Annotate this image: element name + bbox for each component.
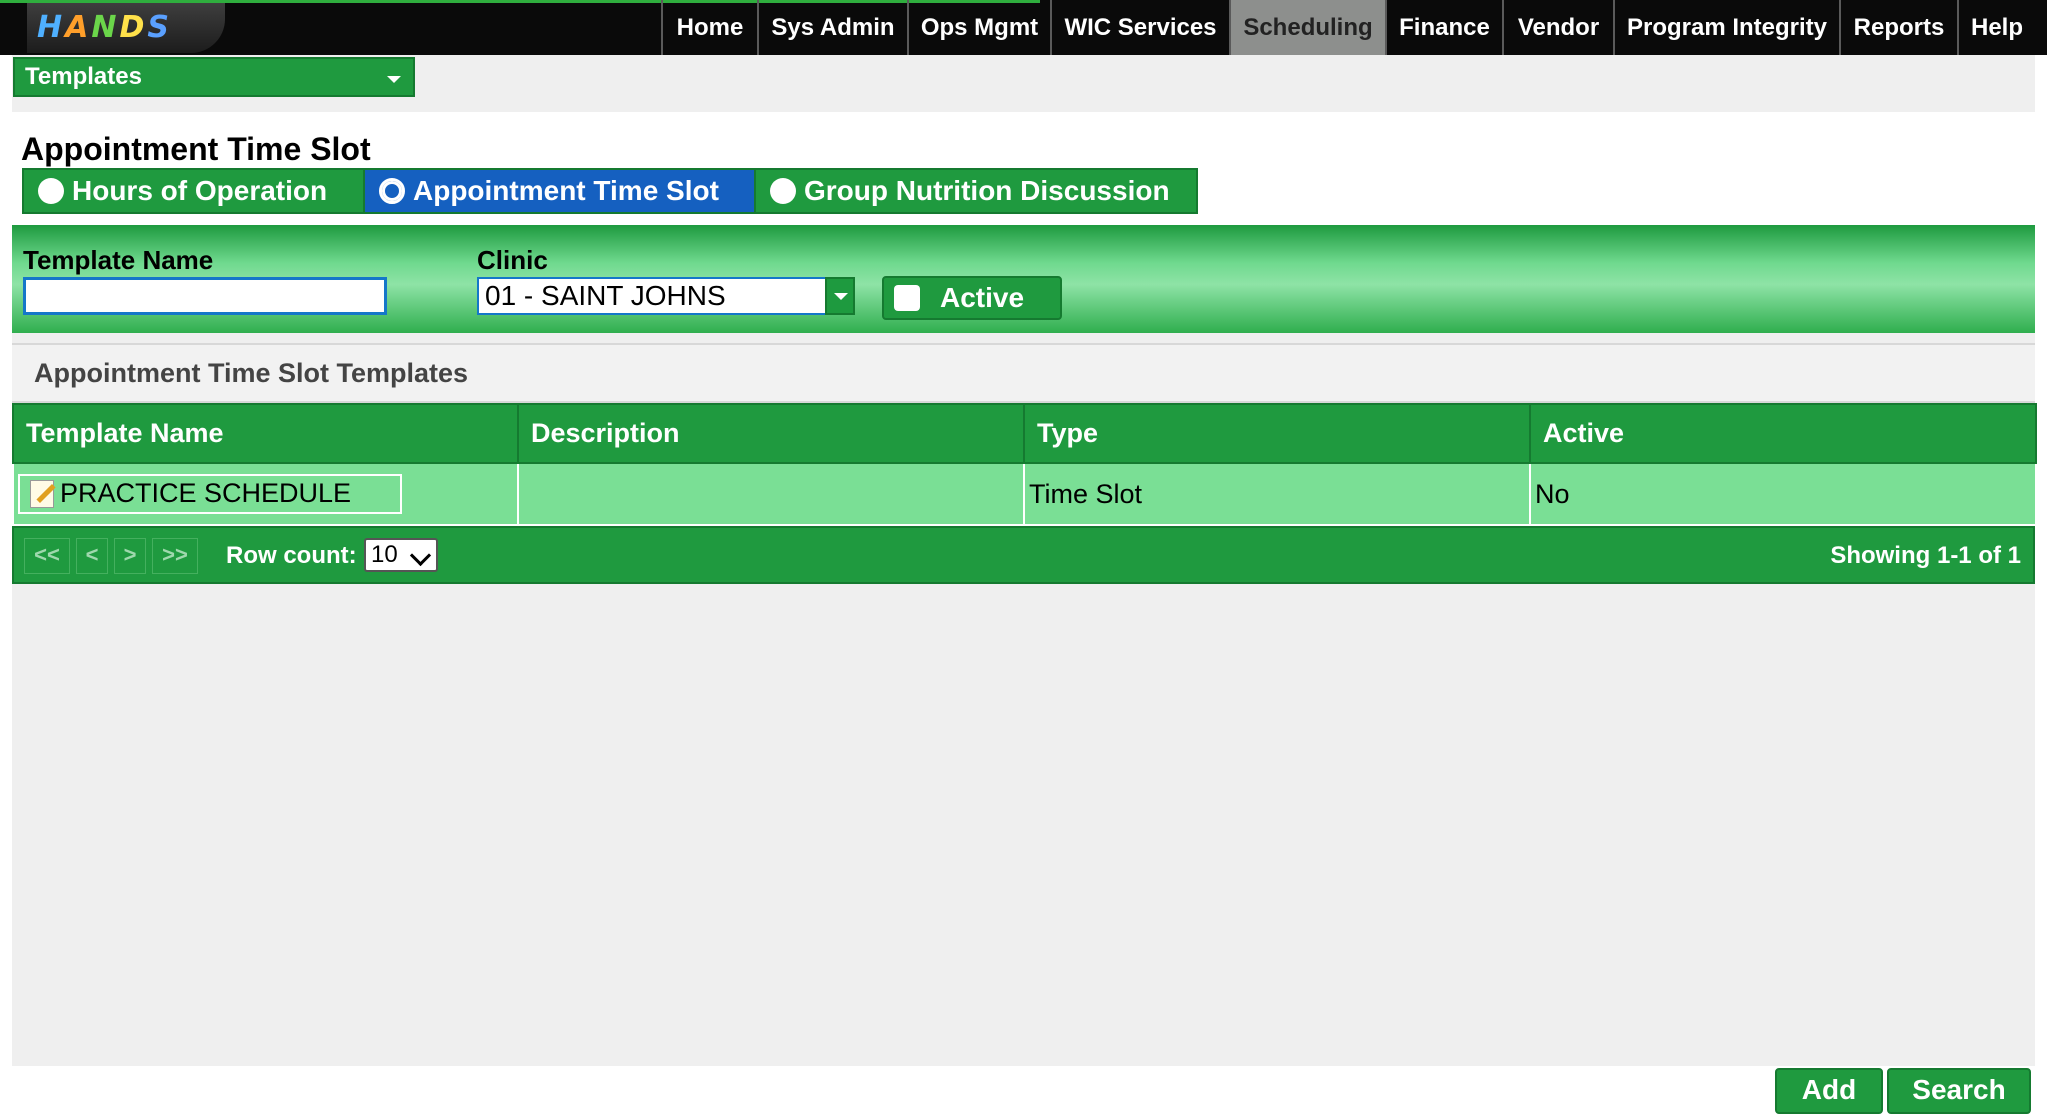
pagination-bar: << < > >> Row count: 10 Showing 1-1 of 1 (12, 526, 2035, 584)
cell-type: Time Slot (1023, 463, 1531, 526)
checkbox-icon (894, 285, 920, 311)
page-title: Appointment Time Slot (21, 131, 371, 167)
radio-group-nutrition-discussion[interactable]: Group Nutrition Discussion (756, 170, 1196, 212)
footer-area (12, 1066, 2035, 1118)
radio-unselected-icon (770, 178, 796, 204)
radio-hours-of-operation[interactable]: Hours of Operation (24, 170, 365, 212)
add-button[interactable]: Add (1775, 1068, 1883, 1114)
nav-program-integrity[interactable]: Program Integrity (1613, 0, 1839, 55)
logo-letter-d: D (119, 10, 145, 45)
main-menu: Home Sys Admin Ops Mgmt WIC Services Sch… (661, 0, 2035, 55)
hands-logo[interactable]: H A N D S (27, 3, 225, 53)
templates-table: Template Name Description Type Active PR… (12, 403, 2037, 526)
active-checkbox[interactable]: Active (882, 276, 1062, 320)
row-count-label: Row count: (226, 542, 357, 569)
next-page-button[interactable]: > (114, 538, 146, 574)
nav-sys-admin[interactable]: Sys Admin (757, 0, 907, 55)
nav-finance[interactable]: Finance (1385, 0, 1502, 55)
nav-ops-mgmt[interactable]: Ops Mgmt (907, 0, 1050, 55)
clinic-select[interactable]: 01 - SAINT JOHNS (477, 277, 855, 315)
caret-down-icon (387, 76, 401, 83)
radio-label: Group Nutrition Discussion (804, 175, 1170, 206)
row-count-value: 10 (371, 541, 398, 568)
clinic-label: Clinic (477, 245, 548, 275)
logo-letter-h: H (37, 10, 63, 45)
top-navigation-bar: H A N D S Home Sys Admin Ops Mgmt WIC Se… (0, 0, 2047, 55)
cell-active: No (1529, 463, 2037, 526)
edit-icon (30, 479, 54, 508)
active-checkbox-label: Active (940, 282, 1025, 313)
cell-template-name: PRACTICE SCHEDULE (12, 463, 519, 526)
logo-letter-a: A (65, 10, 89, 45)
radio-label: Appointment Time Slot (413, 175, 719, 206)
page-edge (2035, 55, 2047, 1118)
logo-letter-n: N (91, 10, 117, 45)
table-header-row: Template Name Description Type Active (12, 403, 2037, 464)
column-header-template-name[interactable]: Template Name (12, 403, 519, 464)
template-type-selector: Hours of Operation Appointment Time Slot… (22, 168, 1198, 214)
clinic-selected-value: 01 - SAINT JOHNS (485, 280, 726, 311)
template-name-input[interactable] (23, 277, 387, 315)
nav-scheduling[interactable]: Scheduling (1229, 0, 1385, 55)
results-summary: Showing 1-1 of 1 (1830, 542, 2021, 569)
row-count-select[interactable]: 10 (364, 538, 438, 572)
chevron-down-icon (409, 544, 432, 567)
template-name-label: Template Name (23, 245, 214, 275)
edit-template-link[interactable]: PRACTICE SCHEDULE (18, 473, 402, 514)
logo-letter-s: S (147, 10, 169, 45)
column-header-type[interactable]: Type (1023, 403, 1531, 464)
last-page-button[interactable]: >> (152, 538, 198, 574)
nav-reports[interactable]: Reports (1839, 0, 1957, 55)
submenu-dropdown[interactable]: Templates (13, 57, 415, 97)
nav-wic-services[interactable]: WIC Services (1050, 0, 1229, 55)
chevron-down-icon[interactable] (825, 277, 855, 315)
column-header-description[interactable]: Description (517, 403, 1025, 464)
table-row[interactable]: PRACTICE SCHEDULE Time Slot No (12, 463, 2037, 526)
radio-appointment-time-slot[interactable]: Appointment Time Slot (365, 170, 756, 212)
grid-title: Appointment Time Slot Templates (12, 343, 2035, 403)
cell-description (517, 463, 1025, 526)
column-header-active[interactable]: Active (1529, 403, 2037, 464)
nav-help[interactable]: Help (1957, 0, 2035, 55)
radio-unselected-icon (38, 178, 64, 204)
radio-selected-icon (379, 178, 405, 204)
submenu-selected: Templates (25, 63, 142, 90)
prev-page-button[interactable]: < (76, 538, 108, 574)
search-button[interactable]: Search (1887, 1068, 2031, 1114)
nav-home[interactable]: Home (661, 0, 757, 55)
nav-vendor[interactable]: Vendor (1502, 0, 1613, 55)
template-name-text: PRACTICE SCHEDULE (60, 478, 352, 508)
first-page-button[interactable]: << (24, 538, 70, 574)
radio-label: Hours of Operation (72, 175, 328, 206)
